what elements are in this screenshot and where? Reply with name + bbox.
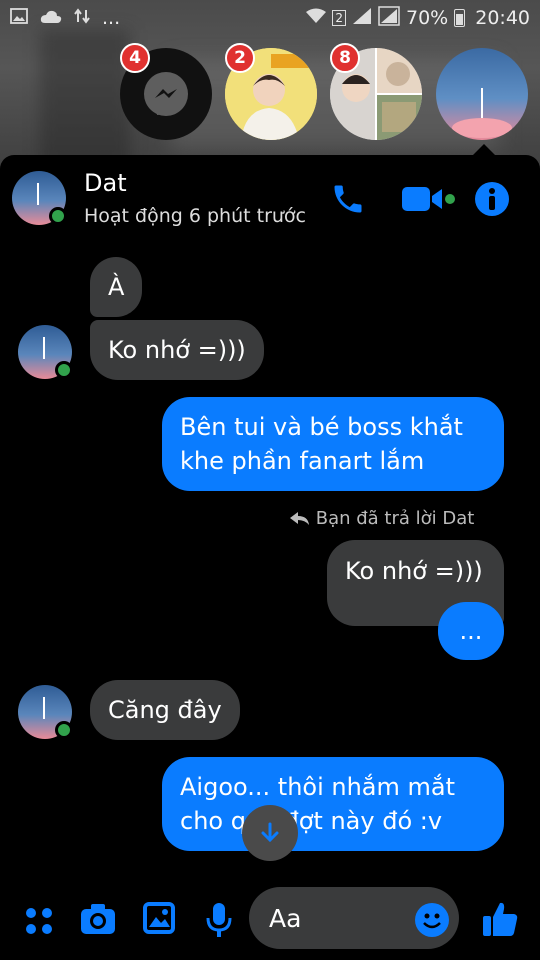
reply-indicator: Bạn đã trả lời Dat [290, 508, 474, 529]
video-call-icon[interactable] [402, 185, 456, 217]
message-text-line: khe phần fanart lắm [180, 447, 425, 475]
arrow-down-icon [261, 822, 279, 843]
microphone-icon[interactable] [205, 902, 233, 942]
message-text-line: Aigoo... thôi nhắm mắt [180, 773, 456, 801]
photo-gallery-icon[interactable] [143, 902, 175, 938]
chat-heads-bar: 4 2 8 [0, 40, 540, 150]
message-outgoing[interactable]: Aigoo... thôi nhắm mắt cho qua đợt này đ… [162, 757, 504, 851]
contact-name[interactable]: Dat [84, 169, 127, 197]
message-text-line: Bên tui và bé boss khắt [180, 413, 463, 441]
chat-head-active-dat[interactable] [436, 48, 528, 140]
message-outgoing[interactable]: ... [438, 602, 504, 660]
info-icon[interactable] [474, 181, 510, 221]
wifi-icon [306, 8, 327, 28]
unread-badge: 4 [120, 43, 150, 73]
like-thumbs-up-icon[interactable] [482, 900, 518, 942]
reply-arrow-icon [290, 512, 309, 525]
status-bar: ... 2 70% 20:40 [0, 0, 540, 36]
active-status: Hoạt động 6 phút trước [84, 205, 307, 227]
cloud-icon [40, 9, 62, 28]
signal-icon-2 [378, 6, 400, 30]
contact-photo [452, 88, 512, 138]
message-incoming[interactable]: Ko nhớ =))) [90, 320, 264, 380]
message-text: Căng đây [108, 696, 222, 724]
online-indicator [49, 207, 67, 225]
message-text: Ko nhớ =))) [108, 336, 246, 364]
emoji-icon[interactable] [415, 903, 449, 937]
battery-percent: 70% [406, 7, 449, 29]
phone-icon[interactable] [330, 181, 366, 221]
more-notifications: ... [102, 7, 121, 29]
unread-badge: 8 [330, 43, 360, 73]
reply-note-text: Bạn đã trả lời Dat [315, 508, 475, 529]
more-actions-icon[interactable] [24, 906, 54, 940]
data-transfer-icon [74, 8, 90, 28]
message-outgoing[interactable]: Bên tui và bé boss khắt khe phần fanart … [162, 397, 504, 491]
message-text: Ko nhớ =))) [345, 557, 483, 585]
message-text: À [108, 273, 125, 301]
messenger-icon [144, 72, 188, 116]
battery-icon [454, 9, 466, 27]
scroll-to-bottom-button[interactable] [242, 805, 298, 861]
message-incoming[interactable]: Căng đây [90, 680, 240, 740]
message-text-line: cho qua đợt này đó :v [180, 807, 443, 835]
gallery-icon [10, 8, 28, 28]
message-text: ... [459, 617, 483, 645]
camera-icon[interactable] [80, 902, 116, 940]
clock: 20:40 [475, 7, 530, 29]
conversation-header: Dat Hoạt động 6 phút trước [0, 155, 540, 243]
sim-indicator: 2 [332, 10, 346, 26]
unread-badge: 2 [225, 43, 255, 73]
online-indicator [55, 361, 73, 379]
online-indicator [55, 721, 73, 739]
message-input-placeholder: Aa [269, 903, 302, 933]
signal-icon [352, 7, 372, 29]
message-incoming[interactable]: À [90, 257, 143, 317]
